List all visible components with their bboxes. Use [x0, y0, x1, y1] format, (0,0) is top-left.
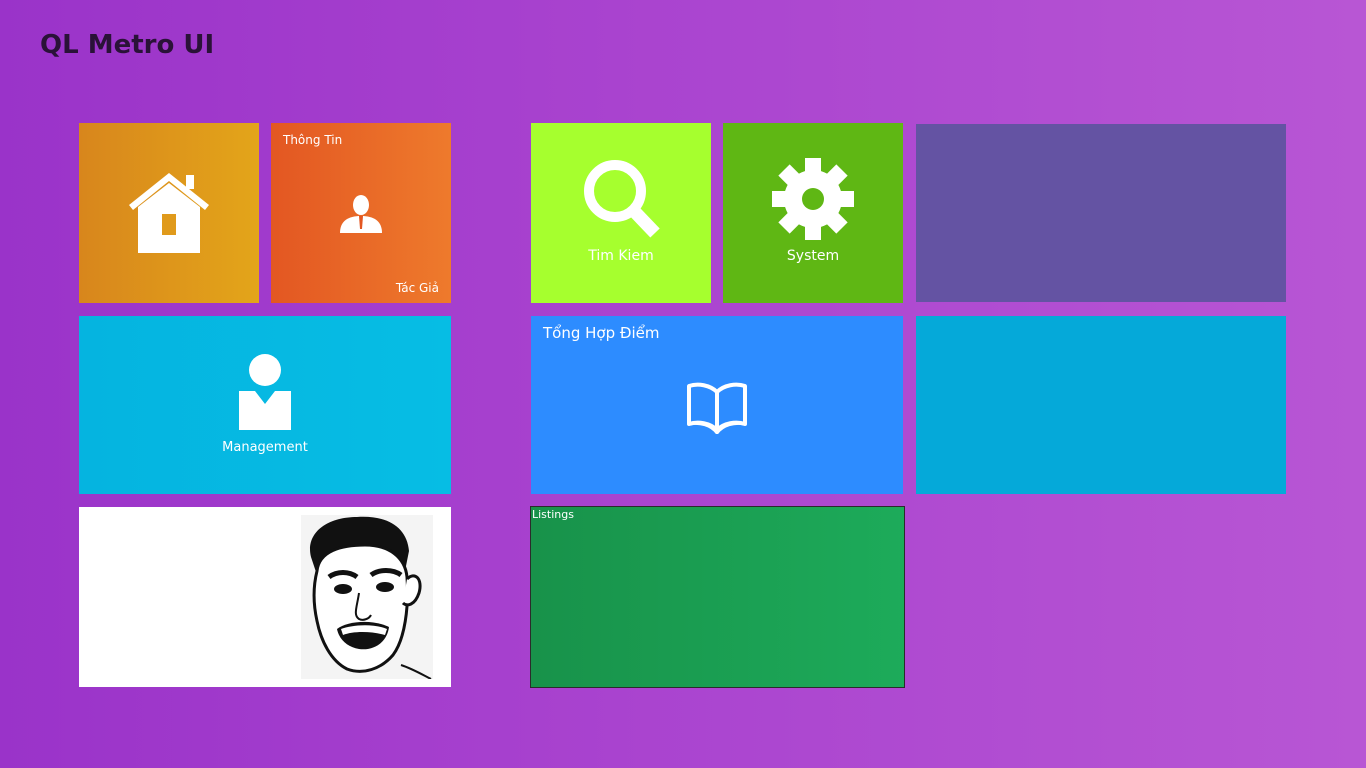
person-icon	[340, 195, 382, 233]
management-tile-label: Management	[222, 440, 308, 455]
meme-face-image	[301, 515, 433, 679]
open-book-icon	[687, 382, 747, 434]
cyan-tile[interactable]	[916, 316, 1286, 494]
listings-tile-label: Listings	[532, 508, 574, 521]
system-tile-label: System	[786, 248, 840, 264]
search-tile[interactable]: Tim Kiem	[531, 123, 711, 303]
magnifier-icon	[584, 160, 660, 238]
system-tile[interactable]: System	[723, 123, 903, 303]
listings-tile[interactable]: Listings	[530, 506, 905, 688]
management-tile[interactable]: Management	[79, 316, 451, 494]
author-tile-bottom-label: Tác Giả	[395, 281, 439, 295]
score-summary-tile[interactable]: Tổng Hợp Điểm	[531, 316, 903, 494]
meme-image-tile[interactable]	[79, 507, 451, 687]
author-info-tile[interactable]: Thông Tin Tác Giả	[271, 123, 451, 303]
house-icon	[129, 173, 209, 253]
gear-icon	[772, 158, 854, 240]
author-tile-top-label: Thông Tin	[283, 133, 343, 147]
score-summary-tile-label: Tổng Hợp Điểm	[543, 324, 660, 342]
home-tile[interactable]	[79, 123, 259, 303]
search-tile-label: Tim Kiem	[588, 248, 654, 264]
user-icon	[239, 354, 291, 430]
violet-tile[interactable]	[916, 124, 1286, 302]
app-title: QL Metro UI	[40, 30, 215, 60]
